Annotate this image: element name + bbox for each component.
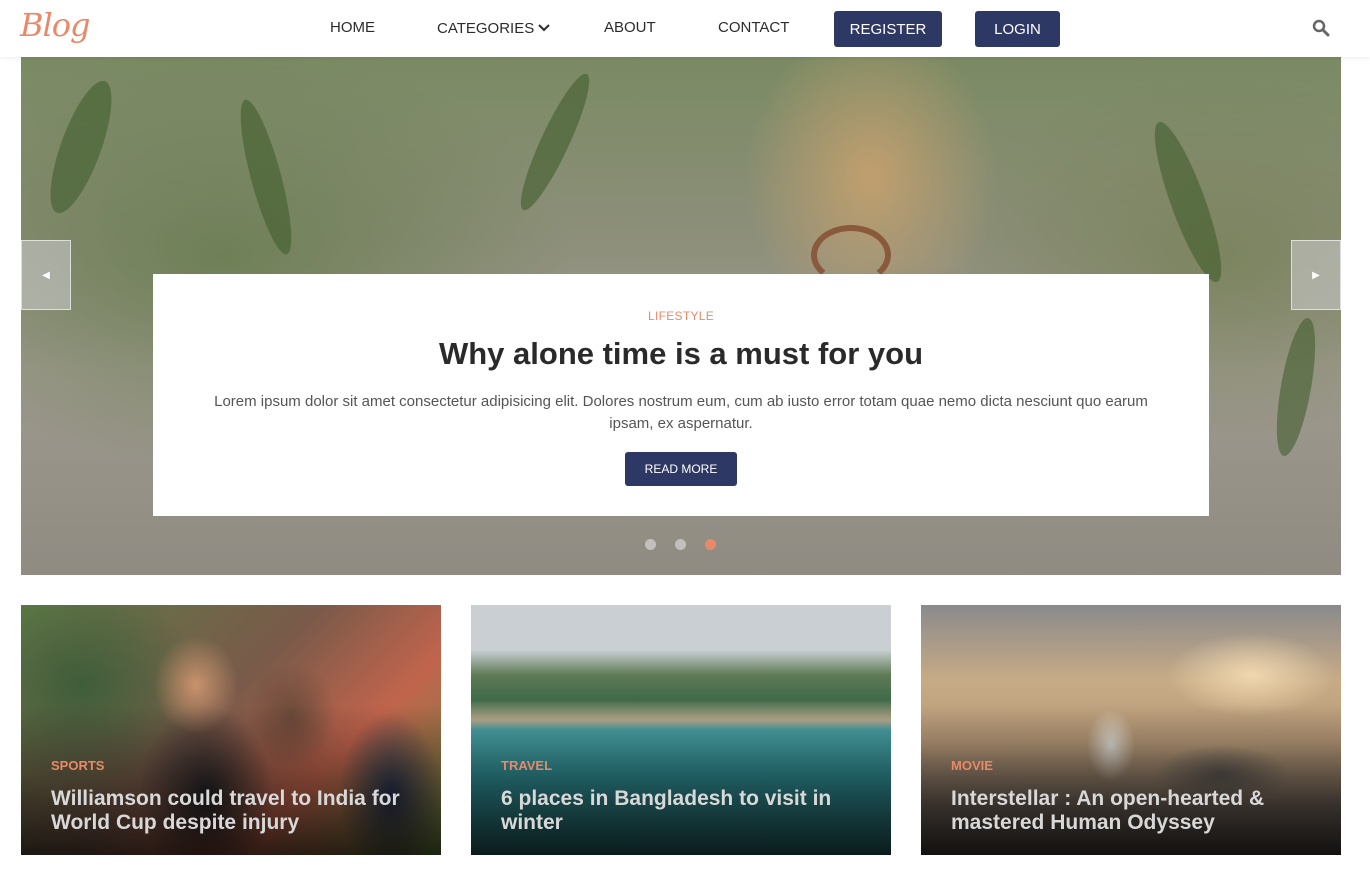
nav-categories[interactable]: CATEGORIES: [437, 19, 550, 37]
slider-dots: [645, 539, 716, 550]
hero-category[interactable]: LIFESTYLE: [153, 309, 1209, 323]
nav-categories-label: CATEGORIES: [437, 20, 535, 37]
slider-dot-active[interactable]: [705, 539, 716, 550]
post-card-title[interactable]: 6 places in Bangladesh to visit in winte…: [501, 787, 871, 835]
site-logo[interactable]: Blog: [20, 6, 90, 44]
arrow-right-icon: ▶: [1312, 269, 1320, 281]
hero-foliage: [1142, 116, 1234, 288]
hero-foliage: [38, 74, 124, 220]
login-button[interactable]: LOGIN: [975, 11, 1060, 47]
hero-foliage: [510, 68, 600, 216]
post-card[interactable]: MOVIE Interstellar : An open-hearted & m…: [921, 605, 1341, 855]
hero-caption-card: LIFESTYLE Why alone time is a must for y…: [153, 274, 1209, 516]
post-card[interactable]: TRAVEL 6 places in Bangladesh to visit i…: [471, 605, 891, 855]
chevron-down-icon: [538, 19, 550, 36]
site-header: Blog HOME CATEGORIES ABOUT CONTACT REGIS…: [0, 0, 1370, 57]
post-card-category[interactable]: TRAVEL: [501, 758, 552, 773]
nav-about[interactable]: ABOUT: [604, 19, 656, 36]
post-card-title[interactable]: Interstellar : An open-hearted & mastere…: [951, 787, 1321, 835]
hero-title[interactable]: Why alone time is a must for you: [153, 336, 1209, 372]
hero-foliage: [1269, 315, 1323, 459]
post-card[interactable]: SPORTS Williamson could travel to India …: [21, 605, 441, 855]
hero-foliage: [230, 95, 302, 259]
slider-prev-button[interactable]: ◀: [21, 240, 71, 310]
slider-next-button[interactable]: ▶: [1291, 240, 1341, 310]
post-card-category[interactable]: SPORTS: [51, 758, 104, 773]
arrow-left-icon: ◀: [42, 269, 50, 281]
hero-excerpt: Lorem ipsum dolor sit amet consectetur a…: [214, 393, 1148, 432]
slider-dot[interactable]: [675, 539, 686, 550]
hero-slider: ◀ ▶ LIFESTYLE Why alone time is a must f…: [21, 57, 1341, 575]
nav-contact[interactable]: CONTACT: [718, 19, 789, 36]
nav-home[interactable]: HOME: [330, 19, 375, 36]
read-more-button[interactable]: READ MORE: [625, 452, 737, 486]
slider-dot[interactable]: [645, 539, 656, 550]
post-card-title[interactable]: Williamson could travel to India for Wor…: [51, 787, 421, 835]
register-button[interactable]: REGISTER: [834, 11, 942, 47]
search-icon[interactable]: [1312, 19, 1330, 37]
post-card-category[interactable]: MOVIE: [951, 758, 993, 773]
